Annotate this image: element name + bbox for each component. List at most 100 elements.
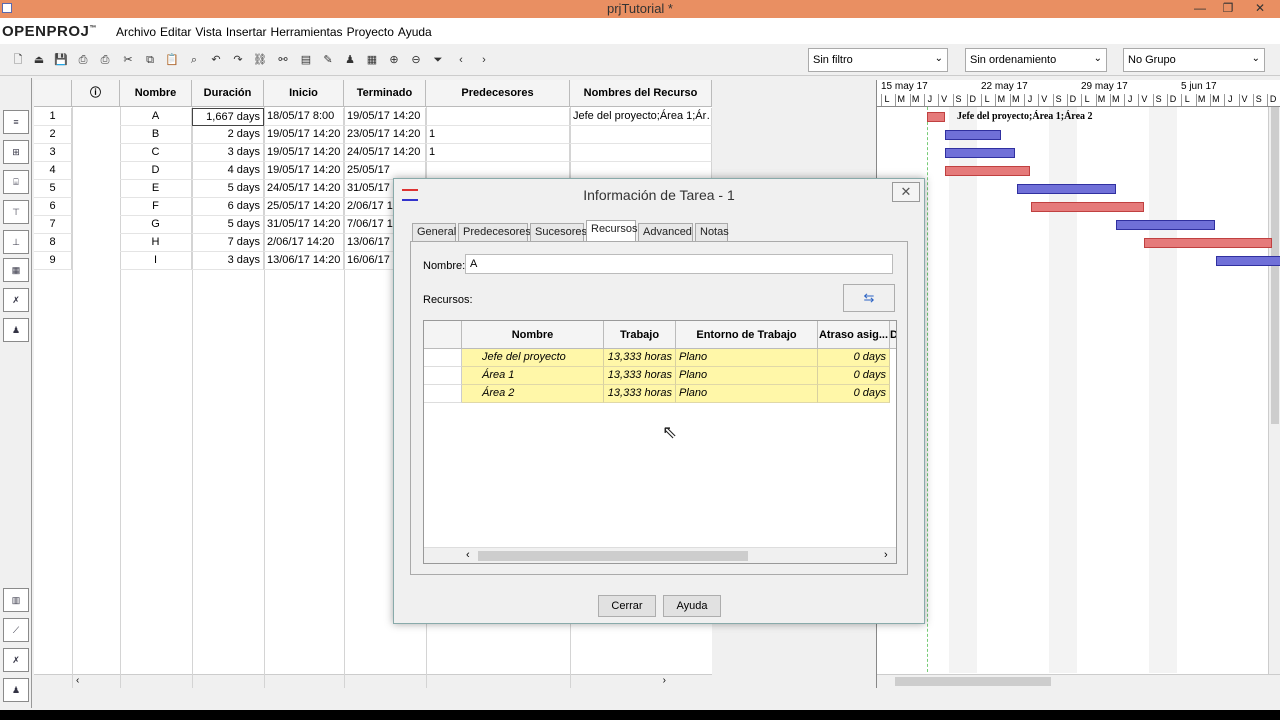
rbs-view-icon[interactable]: ⊥ xyxy=(3,230,29,254)
scroll-left-icon[interactable]: ‹ xyxy=(466,549,470,561)
gantt-bar-f[interactable] xyxy=(1031,202,1144,212)
header-inicio[interactable]: Inicio xyxy=(264,80,344,107)
task-cell-id[interactable]: 2 xyxy=(34,126,72,144)
task-cell-name[interactable]: A xyxy=(120,108,192,126)
task-cell-name[interactable]: E xyxy=(120,180,192,198)
gantt-bar-b[interactable] xyxy=(945,130,1001,140)
link-icon[interactable]: ⛓ xyxy=(252,52,268,68)
row-selector[interactable] xyxy=(424,349,462,367)
paste-icon[interactable]: 📋 xyxy=(164,52,180,68)
unlink-icon[interactable]: ⚯ xyxy=(275,52,291,68)
histogram-icon[interactable]: ▥ xyxy=(3,588,29,612)
resource-usage-icon[interactable]: ♟ xyxy=(3,318,29,342)
task-info-icon[interactable]: ▤ xyxy=(298,52,314,68)
header-work-contour[interactable]: Entorno de Trabajo xyxy=(676,321,818,349)
group-select[interactable]: No Grupo ⌄ xyxy=(1123,48,1265,72)
redo-icon[interactable]: ↷ xyxy=(230,52,246,68)
tab-sucesores[interactable]: Sucesores xyxy=(530,223,587,241)
task-cell-duration[interactable]: 7 days xyxy=(192,234,264,252)
gantt-bar-e[interactable] xyxy=(1017,184,1116,194)
task-cell-name[interactable]: I xyxy=(120,252,192,270)
row-selector[interactable] xyxy=(424,367,462,385)
network-view-icon[interactable]: ⊞ xyxy=(3,140,29,164)
resource-cell-name[interactable]: Área 2 xyxy=(462,385,604,403)
wbs-view-icon[interactable]: ⊤ xyxy=(3,200,29,224)
menu-archivo[interactable]: Archivo xyxy=(116,25,156,39)
header-duracion[interactable]: Duración xyxy=(192,80,264,107)
resource-view-icon[interactable]: ⌸ xyxy=(3,170,29,194)
print-preview-icon[interactable]: ⎙ xyxy=(97,52,113,68)
close-dialog-button[interactable]: Cerrar xyxy=(598,595,656,617)
menu-insertar[interactable]: Insertar xyxy=(226,25,267,39)
task-cell-duration[interactable]: 3 days xyxy=(192,252,264,270)
gantt-horizontal-scrollbar[interactable] xyxy=(877,674,1280,688)
gantt-vertical-scrollbar[interactable] xyxy=(1268,106,1280,686)
header-assignment-delay[interactable]: Atraso asig... xyxy=(818,321,890,349)
task-cell-duration[interactable]: 5 days xyxy=(192,216,264,234)
task-cell-resources[interactable] xyxy=(570,144,712,162)
resources-horizontal-scrollbar[interactable]: ‹ › xyxy=(424,547,896,563)
menu-ayuda[interactable]: Ayuda xyxy=(398,25,432,39)
tab-predecesores[interactable]: Predecesores xyxy=(458,223,531,241)
gantt-view-icon[interactable]: ≡ xyxy=(3,110,29,134)
filter-icon[interactable]: ⏷ xyxy=(430,52,446,68)
task-cell-start[interactable]: 19/05/17 14:20 xyxy=(264,162,344,180)
task-cell-finish[interactable]: 19/05/17 14:20 xyxy=(344,108,426,126)
resource-cell-name[interactable]: Jefe del proyecto xyxy=(462,349,604,367)
header-nombre[interactable]: Nombre xyxy=(120,80,192,107)
task-cell-finish[interactable]: 24/05/17 14:20 xyxy=(344,144,426,162)
task-cell-id[interactable]: 7 xyxy=(34,216,72,234)
scroll-right-icon[interactable]: › xyxy=(884,549,888,561)
task-cell-id[interactable]: 8 xyxy=(34,234,72,252)
header-indicators[interactable]: ⓘ xyxy=(72,80,120,107)
task-cell-duration[interactable]: 6 days xyxy=(192,198,264,216)
chart-icon[interactable]: ⟋ xyxy=(3,618,29,642)
task-cell-name[interactable]: C xyxy=(120,144,192,162)
close-window-button[interactable]: ✕ xyxy=(1246,0,1274,18)
task-cell-resources[interactable] xyxy=(570,126,712,144)
task-cell-name[interactable]: B xyxy=(120,126,192,144)
project-view-icon[interactable]: ▦ xyxy=(3,258,29,282)
note-icon[interactable]: ✎ xyxy=(320,52,336,68)
menu-vista[interactable]: Vista xyxy=(195,25,221,39)
task-cell-start[interactable]: 19/05/17 14:20 xyxy=(264,144,344,162)
name-input[interactable]: A xyxy=(465,254,893,274)
resource-cell-work[interactable]: 13,333 horas xyxy=(604,349,676,367)
gantt-bar-d[interactable] xyxy=(945,166,1030,176)
task-cell-start[interactable]: 31/05/17 14:20 xyxy=(264,216,344,234)
zoom-out-icon[interactable]: ⊖ xyxy=(408,52,424,68)
header-terminado[interactable]: Terminado xyxy=(344,80,426,107)
resources-scroll-thumb[interactable] xyxy=(478,551,748,561)
gantt-bar-i[interactable] xyxy=(1216,256,1280,266)
resource-cell-delay[interactable]: 0 days xyxy=(818,385,890,403)
new-icon[interactable]: 🗋 xyxy=(10,52,26,68)
task-cell-duration[interactable]: 2 days xyxy=(192,126,264,144)
task-usage-bottom-icon[interactable]: ✗ xyxy=(3,648,29,672)
header-predecesores[interactable]: Predecesores xyxy=(426,80,570,107)
undo-icon[interactable]: ↶ xyxy=(208,52,224,68)
task-cell-id[interactable]: 4 xyxy=(34,162,72,180)
calendar-icon[interactable]: ▦ xyxy=(364,52,380,68)
scroll-right-icon[interactable]: › xyxy=(663,675,666,686)
task-cell-start[interactable]: 2/06/17 14:20 xyxy=(264,234,344,252)
task-cell-start[interactable]: 24/05/17 14:20 xyxy=(264,180,344,198)
resource-cell-contour[interactable]: Plano xyxy=(676,367,818,385)
menu-proyecto[interactable]: Proyecto xyxy=(347,25,394,39)
gantt-scroll-thumb[interactable] xyxy=(895,677,1051,686)
tab-recursos[interactable]: Recursos xyxy=(586,220,637,242)
resource-cell-delay[interactable]: 0 days xyxy=(818,367,890,385)
task-cell-id[interactable]: 3 xyxy=(34,144,72,162)
next-icon[interactable]: › xyxy=(476,52,492,68)
task-cell-name[interactable]: H xyxy=(120,234,192,252)
task-cell-name[interactable]: F xyxy=(120,198,192,216)
task-cell-name[interactable]: G xyxy=(120,216,192,234)
resource-cell-contour[interactable]: Plano xyxy=(676,385,818,403)
scroll-left-icon[interactable]: ‹ xyxy=(76,675,79,686)
header-resource-name[interactable]: Nombre xyxy=(462,321,604,349)
gantt-bar-c[interactable] xyxy=(945,148,1015,158)
task-cell-finish[interactable]: 23/05/17 14:20 xyxy=(344,126,426,144)
gantt-bar-h[interactable] xyxy=(1144,238,1272,248)
dialog-close-button[interactable]: ✕ xyxy=(892,182,920,202)
header-work[interactable]: Trabajo xyxy=(604,321,676,349)
menu-herramientas[interactable]: Herramientas xyxy=(271,25,343,39)
